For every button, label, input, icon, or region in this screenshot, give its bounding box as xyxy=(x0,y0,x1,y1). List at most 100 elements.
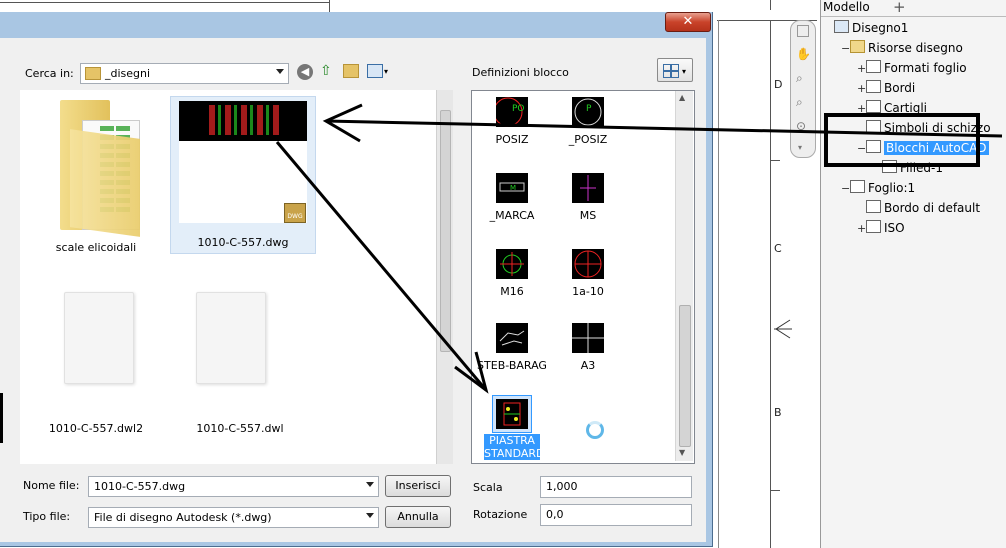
scale-input[interactable]: 1,000 xyxy=(540,476,692,498)
file-name: 1010-C-557.dwl2 xyxy=(48,422,144,435)
cancel-button[interactable]: Annulla xyxy=(385,506,451,528)
tree-item-label: Risorse disegno xyxy=(868,41,963,55)
resource-icon xyxy=(866,220,881,233)
scroll-thumb[interactable] xyxy=(440,110,451,352)
look-in-combo[interactable]: _disegni xyxy=(80,63,289,84)
scroll-up-icon[interactable]: ▲ xyxy=(679,93,685,102)
file-item[interactable]: 1010-C-557.dwl xyxy=(180,290,300,450)
block-name: _POSIZ xyxy=(568,133,608,146)
block-thumbnail: P xyxy=(572,97,604,127)
block-item[interactable]: PO POSIZ xyxy=(472,97,552,149)
file-list-pane[interactable]: scale elicoidali DWG 1010-C-557.dwg 1010… xyxy=(20,90,436,464)
block-item[interactable]: P _POSIZ xyxy=(548,97,628,149)
expand-icon[interactable]: + xyxy=(857,222,866,235)
tree-item-label: Formati foglio xyxy=(884,61,967,75)
file-list-scrollbar[interactable] xyxy=(436,90,453,464)
tree-item[interactable]: Bordo di default xyxy=(857,200,980,215)
file-type-label: Tipo file: xyxy=(23,510,71,523)
block-item[interactable]: 1a-10 xyxy=(548,249,628,301)
block-list-scrollbar[interactable]: ▲ ▼ xyxy=(675,91,693,461)
zone-letter-d: D xyxy=(774,78,783,91)
scroll-thumb[interactable] xyxy=(679,305,691,447)
expand-icon[interactable]: + xyxy=(857,62,866,75)
left-edge-mark xyxy=(0,393,3,443)
document-icon xyxy=(64,292,134,384)
block-name: PIASTRA STANDARD xyxy=(484,434,545,460)
close-button[interactable]: ✕ xyxy=(665,12,711,32)
frame-top-line xyxy=(0,2,330,3)
block-selection-frame xyxy=(492,395,532,433)
pan-hand-icon[interactable]: ✋ xyxy=(796,47,811,61)
tree-item[interactable]: + ISO xyxy=(857,220,905,235)
expand-icon[interactable]: + xyxy=(857,82,866,95)
block-definitions-pane[interactable]: PO POSIZ P _POSIZ M _MARCA MS M16 1a-10 … xyxy=(471,90,695,464)
rotation-label: Rotazione xyxy=(473,508,528,521)
tree-item-label: Bordi xyxy=(884,81,916,95)
insert-block-dialog: ✕ Cerca in: _disegni ◀ ⇧ ▾ Definizioni b… xyxy=(0,12,713,547)
block-name: MS xyxy=(579,209,597,222)
block-view-toggle[interactable]: ▾ xyxy=(657,58,693,82)
block-thumbnail xyxy=(496,249,528,279)
block-item[interactable]: STEB-BARAG xyxy=(472,323,552,375)
look-in-value: _disegni xyxy=(105,67,151,80)
file-type-combo[interactable]: File di disegno Autodesk (*.dwg) xyxy=(88,507,379,528)
collapse-icon[interactable]: − xyxy=(841,182,850,195)
file-item[interactable]: 1010-C-557.dwl2 xyxy=(36,290,156,450)
file-name-combo[interactable]: 1010-C-557.dwg xyxy=(88,476,379,497)
view-menu-chevron-icon[interactable]: ▾ xyxy=(384,67,388,76)
annotation-box xyxy=(824,113,980,167)
tree-item[interactable]: + Bordi xyxy=(857,80,915,95)
block-item[interactable]: MS xyxy=(548,173,628,225)
browser-tab-modello[interactable]: Modello xyxy=(823,0,870,14)
block-name: POSIZ xyxy=(495,133,529,146)
look-in-label: Cerca in: xyxy=(25,67,74,80)
block-item[interactable]: M16 xyxy=(472,249,552,301)
tree-item-label: Disegno1 xyxy=(852,21,909,35)
block-thumbnail xyxy=(496,323,528,353)
back-icon[interactable]: ◀ xyxy=(297,64,313,80)
block-thumbnail xyxy=(572,173,604,203)
dwg-thumbnail: DWG xyxy=(179,101,307,223)
frame-inner-line xyxy=(718,20,719,548)
svg-text:M: M xyxy=(510,184,516,192)
zoom-window-icon[interactable]: ⌕ xyxy=(796,95,803,110)
file-item-selected[interactable]: DWG 1010-C-557.dwg xyxy=(170,96,316,254)
browser-header: Modello + xyxy=(821,0,1006,17)
block-item-loading[interactable] xyxy=(548,395,628,447)
block-item[interactable]: A3 xyxy=(548,323,628,375)
view-menu-icon[interactable] xyxy=(367,64,383,78)
block-thumbnail xyxy=(572,323,604,353)
scroll-down-icon[interactable]: ▼ xyxy=(679,448,685,457)
insert-button[interactable]: Inserisci xyxy=(385,475,451,497)
block-name: STEB-BARAG xyxy=(477,359,547,372)
block-item-selected[interactable]: PIASTRA STANDARD xyxy=(472,395,552,461)
block-item[interactable]: M _MARCA xyxy=(472,173,552,225)
collapse-icon[interactable]: − xyxy=(841,42,850,55)
block-name: 1a-10 xyxy=(572,285,604,298)
up-folder-icon[interactable]: ⇧ xyxy=(320,63,332,79)
view-chevron-icon: ▾ xyxy=(682,67,687,76)
svg-text:P: P xyxy=(586,104,592,114)
add-tab-icon[interactable]: + xyxy=(893,0,906,16)
block-thumbnail xyxy=(496,399,528,429)
navigation-bar[interactable]: ✋ ⌕ ⌕ ⊙ ▾ xyxy=(790,20,816,158)
tree-item[interactable]: Disegno1 xyxy=(825,20,908,35)
new-folder-icon[interactable] xyxy=(343,64,359,78)
zone-divider xyxy=(770,160,780,161)
centering-mark-icon xyxy=(774,319,792,339)
rotation-input[interactable]: 0,0 xyxy=(540,504,692,526)
orbit-icon[interactable]: ⊙ xyxy=(796,119,806,133)
zoom-icon[interactable]: ⌕ xyxy=(796,71,803,86)
zone-letter-c: C xyxy=(774,242,782,255)
block-name: M16 xyxy=(500,285,524,298)
tree-item[interactable]: − Foglio:1 xyxy=(841,180,915,195)
block-thumbnail: PO xyxy=(493,97,528,127)
nav-bar-close-icon[interactable] xyxy=(797,25,809,37)
tree-item[interactable]: + Formati foglio xyxy=(857,60,967,75)
scale-label: Scala xyxy=(473,481,503,494)
file-item-folder[interactable]: scale elicoidali xyxy=(36,96,156,256)
drawing-document-icon xyxy=(834,20,849,33)
frame-border-line xyxy=(770,20,771,548)
nav-bar-menu-icon[interactable]: ▾ xyxy=(798,143,802,152)
tree-item[interactable]: − Risorse disegno xyxy=(841,40,963,55)
